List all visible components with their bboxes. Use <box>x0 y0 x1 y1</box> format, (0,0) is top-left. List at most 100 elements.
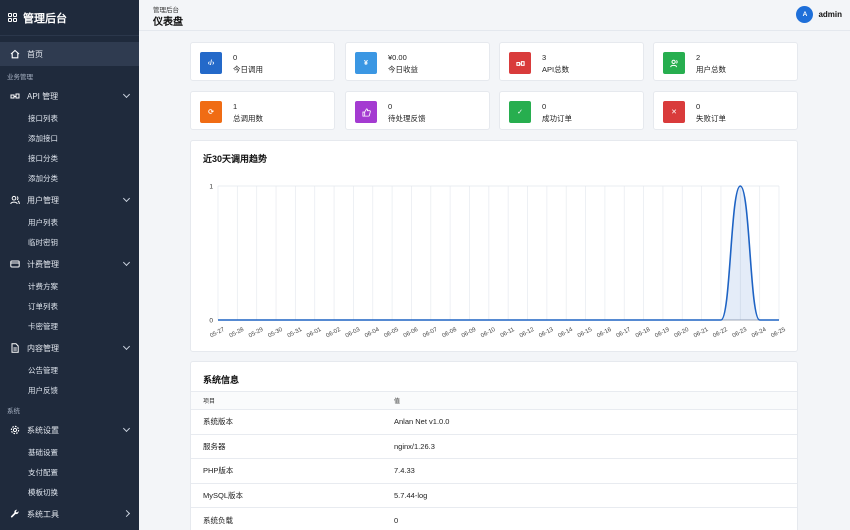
sidebar-subitem-card-keys[interactable]: 卡密管理 <box>0 316 139 336</box>
chevron-down-icon <box>122 424 131 433</box>
chevron-down-icon <box>122 342 131 351</box>
sidebar-item-home[interactable]: 首页 <box>0 42 139 66</box>
x-tick-label: 06-05 <box>383 327 400 340</box>
sidebar-subitem-payment-config[interactable]: 支付配置 <box>0 462 139 482</box>
close-icon: ✕ <box>663 101 685 123</box>
x-tick-label: 05-28 <box>229 327 246 340</box>
column-header-item: 项目 <box>191 391 383 410</box>
x-tick-label: 06-22 <box>712 327 729 340</box>
sidebar-item-billing[interactable]: 计费管理 <box>0 252 139 276</box>
sidebar-subitem-announcements[interactable]: 公告管理 <box>0 360 139 380</box>
table-row: 系统负载 0 <box>191 507 797 530</box>
sidebar-subitem-feedback[interactable]: 用户反馈 <box>0 380 139 400</box>
x-tick-label: 06-25 <box>770 327 787 340</box>
system-info-table: 项目 值 系统版本 Anlan Net v1.0.0 服务器 nginx/1.2… <box>191 391 797 530</box>
x-tick-label: 06-04 <box>364 327 381 340</box>
row-value: nginx/1.26.3 <box>383 433 797 459</box>
chevron-right-icon <box>122 509 131 518</box>
sidebar-subitem-plans[interactable]: 计费方案 <box>0 276 139 296</box>
sidebar-item-label: 用户管理 <box>27 195 59 205</box>
row-key: 系统负载 <box>191 507 383 530</box>
document-icon <box>10 343 20 353</box>
x-tick-label: 06-13 <box>538 327 555 340</box>
sidebar-item-label: 系统设置 <box>27 425 59 435</box>
stat-card-api-total: 3 API总数 <box>499 42 644 81</box>
sidebar-subitem-temp-keys[interactable]: 临时密钥 <box>0 232 139 252</box>
users-icon <box>10 195 20 205</box>
stat-label: 成功订单 <box>542 114 572 123</box>
x-tick-label: 05-30 <box>267 327 284 340</box>
row-value: 5.7.44-log <box>383 482 797 508</box>
table-row: 系统版本 Anlan Net v1.0.0 <box>191 409 797 434</box>
stat-card-today-calls: ‹/› 0 今日调用 <box>190 42 335 81</box>
x-tick-label: 06-07 <box>422 327 439 340</box>
stat-value: 0 <box>388 102 393 111</box>
stat-value: ¥0.00 <box>388 53 407 62</box>
x-tick-label: 06-06 <box>403 327 420 340</box>
wrench-icon <box>10 509 20 519</box>
stat-value: 0 <box>233 53 238 62</box>
stat-card-total-calls: ⟳ 1 总调用数 <box>190 91 335 130</box>
stat-card-failed-orders: ✕ 0 失败订单 <box>653 91 798 130</box>
chevron-down-icon <box>122 258 131 267</box>
x-tick-label: 06-15 <box>577 327 594 340</box>
stat-value: 0 <box>542 102 547 111</box>
check-icon: ✓ <box>509 101 531 123</box>
x-tick-label: 06-01 <box>306 327 323 340</box>
stat-value: 1 <box>233 102 238 111</box>
sidebar-item-label: 系统工具 <box>27 509 59 519</box>
stat-value: 0 <box>696 102 701 111</box>
user-menu[interactable]: A admin <box>796 6 842 23</box>
table-row: MySQL版本 5.7.44-log <box>191 482 797 508</box>
sidebar-subitem-template-switch[interactable]: 模板切换 <box>0 482 139 502</box>
code-icon: ‹/› <box>200 52 222 74</box>
brand-title: 管理后台 <box>23 12 67 25</box>
username[interactable]: admin <box>818 10 842 19</box>
x-tick-label: 06-11 <box>500 327 517 340</box>
x-tick-label: 06-24 <box>751 327 768 340</box>
stat-label: 今日调用 <box>233 65 263 74</box>
sidebar: 管理后台 首页 业务管理 API 管理 接口列表 添加接口 接口分类 添加分类 … <box>0 0 139 530</box>
sidebar-subitem-basic-settings[interactable]: 基础设置 <box>0 442 139 462</box>
sidebar-nav: 首页 业务管理 API 管理 接口列表 添加接口 接口分类 添加分类 用户管理 … <box>0 36 139 526</box>
sidebar-subitem-user-list[interactable]: 用户列表 <box>0 212 139 232</box>
plug-icon <box>10 91 20 101</box>
stat-value: 3 <box>542 53 547 62</box>
sidebar-item-label: 计费管理 <box>27 259 59 269</box>
y-tick-label: 0 <box>209 318 213 325</box>
gear-icon <box>10 425 20 435</box>
sidebar-item-users[interactable]: 用户管理 <box>0 188 139 212</box>
x-tick-label: 06-12 <box>519 327 536 340</box>
brand[interactable]: 管理后台 <box>0 0 139 36</box>
row-key: MySQL版本 <box>191 482 383 508</box>
row-key: 系统版本 <box>191 409 383 434</box>
x-tick-label: 06-03 <box>345 327 362 340</box>
stat-label: API总数 <box>542 65 570 74</box>
sidebar-item-settings[interactable]: 系统设置 <box>0 418 139 442</box>
avatar[interactable]: A <box>796 6 814 23</box>
sidebar-item-label: 内容管理 <box>27 343 59 353</box>
sidebar-subitem-api-list[interactable]: 接口列表 <box>0 108 139 128</box>
topbar: 管理后台 仪表盘 A admin <box>139 0 850 31</box>
users-icon <box>663 52 685 74</box>
sidebar-subitem-api-category[interactable]: 接口分类 <box>0 148 139 168</box>
dashboard-grid-icon <box>8 13 17 22</box>
stat-card-pending-feedback: 0 待处理反馈 <box>345 91 490 130</box>
sidebar-subitem-api-add[interactable]: 添加接口 <box>0 128 139 148</box>
stat-card-today-revenue: ¥ ¥0.00 今日收益 <box>345 42 490 81</box>
sidebar-item-api[interactable]: API 管理 <box>0 84 139 108</box>
stat-label: 今日收益 <box>388 65 418 74</box>
x-tick-label: 06-10 <box>480 327 497 340</box>
sidebar-item-tools[interactable]: 系统工具 <box>0 502 139 526</box>
stat-label: 用户总数 <box>696 65 726 74</box>
chevron-down-icon <box>122 194 131 203</box>
sidebar-subitem-orders[interactable]: 订单列表 <box>0 296 139 316</box>
sidebar-subitem-category-add[interactable]: 添加分类 <box>0 168 139 188</box>
sidebar-item-content[interactable]: 内容管理 <box>0 336 139 360</box>
series-area <box>218 186 779 320</box>
sidebar-item-label: API 管理 <box>27 91 59 101</box>
stat-card-successful-orders: ✓ 0 成功订单 <box>499 91 644 130</box>
x-tick-label: 06-18 <box>635 327 652 340</box>
x-tick-label: 05-31 <box>287 327 304 340</box>
card-icon <box>10 259 20 269</box>
